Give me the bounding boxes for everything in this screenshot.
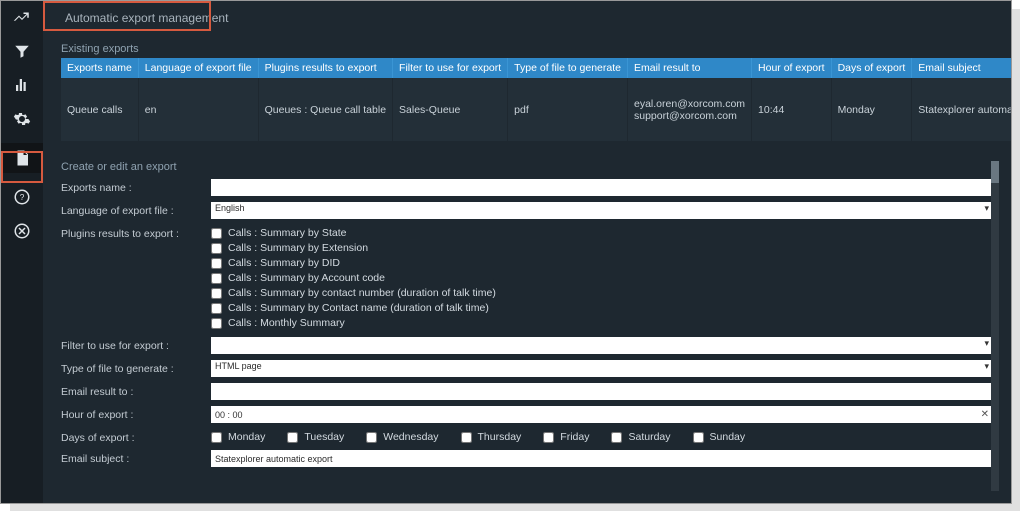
label-plugins: Plugins results to export : xyxy=(61,225,211,240)
label-subject: Email subject : xyxy=(61,450,211,465)
plugin-checkbox[interactable] xyxy=(211,243,222,254)
day-label: Wednesday xyxy=(383,431,438,443)
day-checkbox-item[interactable]: Thursday xyxy=(461,431,522,443)
cell-plugins: Queues : Queue call table xyxy=(258,78,392,141)
export-name-input[interactable] xyxy=(211,179,993,196)
cell-hour: 10:44 xyxy=(752,78,832,141)
cell-subject: Statexplorer automatic export xyxy=(912,78,1011,141)
label-filter: Filter to use for export : xyxy=(61,337,211,352)
col-hour[interactable]: Hour of export xyxy=(752,58,832,78)
clear-hour-icon[interactable]: ✕ xyxy=(981,409,989,420)
day-checkbox[interactable] xyxy=(543,432,554,443)
col-filter[interactable]: Filter to use for export xyxy=(393,58,508,78)
day-checkbox-item[interactable]: Tuesday xyxy=(287,431,344,443)
exports-table: Exports name Language of export file Plu… xyxy=(61,58,1011,141)
cell-language: en xyxy=(138,78,258,141)
label-export-name: Exports name : xyxy=(61,179,211,194)
plugin-checkbox-item[interactable]: Calls : Summary by Account code xyxy=(211,272,993,284)
plugin-checkbox-item[interactable]: Calls : Summary by contact number (durat… xyxy=(211,287,993,299)
email-line: eyal.oren@xorcom.com xyxy=(634,98,745,110)
help-icon[interactable]: ? xyxy=(12,187,32,207)
plugin-checkbox-item[interactable]: Calls : Summary by Contact name (duratio… xyxy=(211,302,993,314)
day-checkbox[interactable] xyxy=(693,432,704,443)
subject-input[interactable] xyxy=(211,450,993,467)
col-exports-name[interactable]: Exports name xyxy=(61,58,138,78)
cell-name: Queue calls xyxy=(61,78,138,141)
cell-days: Monday xyxy=(831,78,912,141)
day-checkbox-item[interactable]: Friday xyxy=(543,431,589,443)
plugin-checkbox[interactable] xyxy=(211,303,222,314)
plugin-checkbox[interactable] xyxy=(211,258,222,269)
day-label: Sunday xyxy=(710,431,746,443)
plugin-checkbox-item[interactable]: Calls : Monthly Summary xyxy=(211,317,993,329)
col-email-to[interactable]: Email result to xyxy=(628,58,752,78)
bar-chart-icon[interactable] xyxy=(12,75,32,95)
day-checkbox-item[interactable]: Sunday xyxy=(693,431,746,443)
cell-file-type: pdf xyxy=(508,78,628,141)
plugin-checkbox[interactable] xyxy=(211,288,222,299)
file-type-select[interactable]: HTML page xyxy=(211,360,993,377)
create-edit-form: Create or edit an export Exports name : … xyxy=(61,161,993,467)
filter-icon[interactable] xyxy=(12,41,32,61)
close-icon[interactable] xyxy=(12,221,32,241)
plugin-checkbox[interactable] xyxy=(211,318,222,329)
plugin-label: Calls : Summary by Extension xyxy=(228,242,368,254)
chart-line-icon[interactable] xyxy=(12,7,32,27)
form-scrollbar[interactable] xyxy=(991,161,999,491)
day-label: Saturday xyxy=(628,431,670,443)
existing-exports-label: Existing exports xyxy=(61,43,993,55)
label-days: Days of export : xyxy=(61,429,211,444)
col-days[interactable]: Days of export xyxy=(831,58,912,78)
label-hour: Hour of export : xyxy=(61,406,211,421)
day-checkbox[interactable] xyxy=(461,432,472,443)
day-checkbox[interactable] xyxy=(366,432,377,443)
plugin-label: Calls : Summary by contact number (durat… xyxy=(228,287,496,299)
plugin-label: Calls : Monthly Summary xyxy=(228,317,345,329)
day-label: Thursday xyxy=(478,431,522,443)
plugins-checkbox-group: Calls : Summary by State Calls : Summary … xyxy=(211,225,993,331)
col-language[interactable]: Language of export file xyxy=(138,58,258,78)
main-panel: Automatic export management Existing exp… xyxy=(43,1,1011,503)
day-checkbox[interactable] xyxy=(287,432,298,443)
plugin-checkbox-item[interactable]: Calls : Summary by Extension xyxy=(211,242,993,254)
day-label: Tuesday xyxy=(304,431,344,443)
email-to-input[interactable] xyxy=(211,383,993,400)
plugin-label: Calls : Summary by State xyxy=(228,227,346,239)
plugin-checkbox-item[interactable]: Calls : Summary by DID xyxy=(211,257,993,269)
plugin-checkbox[interactable] xyxy=(211,273,222,284)
cell-filter: Sales-Queue xyxy=(393,78,508,141)
day-checkbox-item[interactable]: Monday xyxy=(211,431,265,443)
page-title: Automatic export management xyxy=(61,7,993,35)
day-label: Monday xyxy=(228,431,265,443)
col-file-type[interactable]: Type of file to generate xyxy=(508,58,628,78)
cell-email-to: eyal.oren@xorcom.com support@xorcom.com xyxy=(628,78,752,141)
plugin-label: Calls : Summary by Account code xyxy=(228,272,385,284)
day-checkbox-item[interactable]: Saturday xyxy=(611,431,670,443)
days-checkbox-group: Monday Tuesday Wednesday Thursday Friday Satu… xyxy=(211,429,993,443)
plugin-checkbox[interactable] xyxy=(211,228,222,239)
plugin-checkbox-item[interactable]: Calls : Summary by State xyxy=(211,227,993,239)
email-line: support@xorcom.com xyxy=(634,110,745,122)
filter-select[interactable] xyxy=(211,337,993,354)
hour-input[interactable]: 00 : 00 ✕ xyxy=(211,406,993,423)
table-row[interactable]: Queue calls en Queues : Queue call table… xyxy=(61,78,1011,141)
label-file-type: Type of file to generate : xyxy=(61,360,211,375)
file-export-icon[interactable] xyxy=(1,143,43,173)
settings-icon[interactable] xyxy=(12,109,32,129)
col-subject[interactable]: Email subject xyxy=(912,58,1011,78)
day-checkbox-item[interactable]: Wednesday xyxy=(366,431,438,443)
col-plugins[interactable]: Plugins results to export xyxy=(258,58,392,78)
language-select[interactable]: English xyxy=(211,202,993,219)
plugin-label: Calls : Summary by Contact name (duratio… xyxy=(228,302,489,314)
label-language: Language of export file : xyxy=(61,202,211,217)
day-label: Friday xyxy=(560,431,589,443)
day-checkbox[interactable] xyxy=(611,432,622,443)
plugin-label: Calls : Summary by DID xyxy=(228,257,340,269)
day-checkbox[interactable] xyxy=(211,432,222,443)
sidebar: ? xyxy=(1,1,43,503)
svg-text:?: ? xyxy=(20,193,25,202)
form-title: Create or edit an export xyxy=(61,161,993,173)
label-email-to: Email result to : xyxy=(61,383,211,398)
